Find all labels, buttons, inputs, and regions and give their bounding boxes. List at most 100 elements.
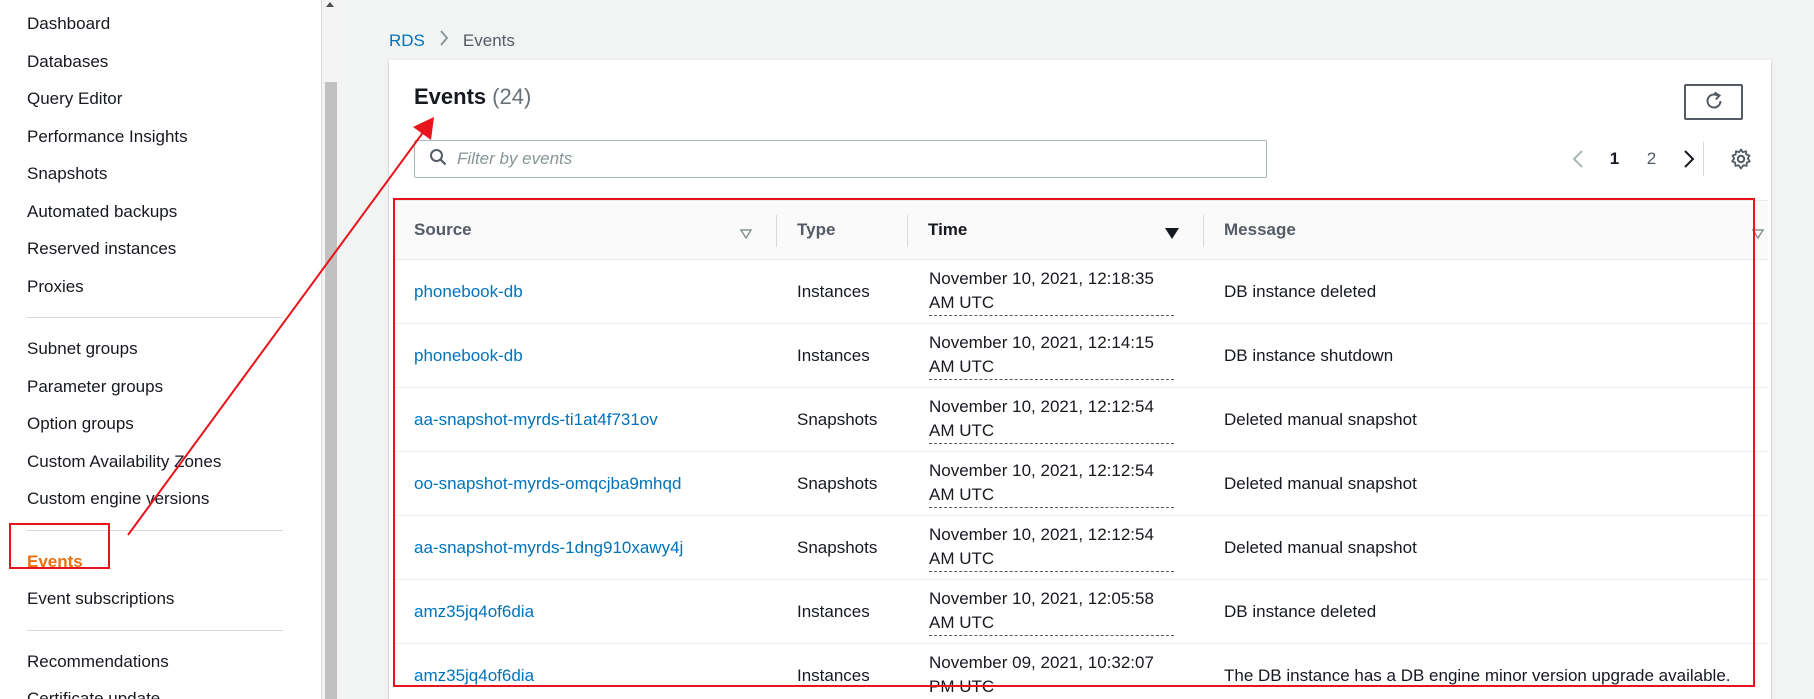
table-row: aa-snapshot-myrds-ti1at4f731ov Snapshots… xyxy=(393,388,1768,452)
sidebar-scrollbar-thumb[interactable] xyxy=(325,82,337,699)
refresh-button[interactable] xyxy=(1684,84,1743,120)
type-cell: Instances xyxy=(797,665,870,685)
events-table: Source Type Time Message phonebook-db In… xyxy=(393,200,1768,699)
sidebar-item-proxies[interactable]: Proxies xyxy=(27,268,321,306)
source-link[interactable]: phonebook-db xyxy=(393,324,776,387)
time-value[interactable]: November 10, 2021, 12:05:58 AM UTC xyxy=(929,587,1174,636)
table-row: phonebook-db Instances November 10, 2021… xyxy=(393,324,1768,388)
time-cell: November 10, 2021, 12:18:35 AM UTC xyxy=(907,260,1203,323)
column-header-source[interactable]: Source xyxy=(393,201,776,259)
next-page-button[interactable] xyxy=(1670,149,1707,169)
sidebar-item-recommendations[interactable]: Recommendations xyxy=(27,643,321,681)
message-cell: Deleted manual snapshot xyxy=(1224,473,1417,493)
type-cell: Instances xyxy=(797,601,870,621)
page-title: Events (24) xyxy=(414,84,531,110)
search-icon xyxy=(429,148,447,171)
source-link[interactable]: aa-snapshot-myrds-1dng910xawy4j xyxy=(393,516,776,579)
source-link[interactable]: oo-snapshot-myrds-omqcjba9mhqd xyxy=(393,452,776,515)
source-link[interactable]: phonebook-db xyxy=(393,260,776,323)
time-value[interactable]: November 10, 2021, 12:14:15 AM UTC xyxy=(929,331,1174,380)
table-row: oo-snapshot-myrds-omqcjba9mhqd Snapshots… xyxy=(393,452,1768,516)
nav-divider xyxy=(27,629,283,631)
time-cell: November 10, 2021, 12:12:54 AM UTC xyxy=(907,452,1203,515)
nav-group-recommendations: Recommendations Certificate update xyxy=(0,643,321,699)
chevron-right-icon xyxy=(1683,150,1694,168)
pager-divider xyxy=(1703,142,1704,176)
pagination: 1 2 xyxy=(1559,140,1707,178)
chevron-right-icon xyxy=(439,30,449,51)
gear-icon xyxy=(1731,148,1751,170)
panel-title-text: Events xyxy=(414,84,487,109)
sidebar-item-databases[interactable]: Databases xyxy=(27,43,321,81)
sidebar-item-event-subscriptions[interactable]: Event subscriptions xyxy=(27,580,321,618)
time-value[interactable]: November 09, 2021, 10:32:07 PM UTC xyxy=(929,651,1174,699)
column-header-label: Type xyxy=(797,220,836,239)
page-1-button[interactable]: 1 xyxy=(1596,149,1633,169)
time-cell: November 10, 2021, 12:05:58 AM UTC xyxy=(907,580,1203,643)
sort-icon[interactable] xyxy=(739,224,753,244)
events-panel: Events(24) 1 2 Source xyxy=(389,60,1771,699)
sidebar-item-reserved-instances[interactable]: Reserved instances xyxy=(27,230,321,268)
message-cell: DB instance shutdown xyxy=(1224,345,1394,365)
sidebar-item-events[interactable]: Events xyxy=(27,543,321,581)
message-cell: Deleted manual snapshot xyxy=(1224,409,1417,429)
type-cell: Snapshots xyxy=(797,537,878,557)
sidebar-item-automated-backups[interactable]: Automated backups xyxy=(27,193,321,231)
sidebar-item-custom-engine-versions[interactable]: Custom engine versions xyxy=(27,480,321,518)
time-value[interactable]: November 10, 2021, 12:18:35 AM UTC xyxy=(929,267,1174,316)
time-value[interactable]: November 10, 2021, 12:12:54 AM UTC xyxy=(929,459,1174,508)
breadcrumb: RDS Events xyxy=(389,30,515,51)
source-link[interactable]: amz35jq4of6dia xyxy=(393,644,776,699)
sidebar-item-custom-availability-zones[interactable]: Custom Availability Zones xyxy=(27,443,321,481)
table-row: aa-snapshot-myrds-1dng910xawy4j Snapshot… xyxy=(393,516,1768,580)
nav-group-main: Dashboard Databases Query Editor Perform… xyxy=(0,0,321,305)
source-link[interactable]: aa-snapshot-myrds-ti1at4f731ov xyxy=(393,388,776,451)
sort-icon[interactable] xyxy=(1751,224,1765,244)
type-cell: Instances xyxy=(797,281,870,301)
scroll-up-icon[interactable] xyxy=(326,2,334,7)
refresh-icon xyxy=(1703,90,1725,115)
time-cell: November 10, 2021, 12:14:15 AM UTC xyxy=(907,324,1203,387)
sort-descending-icon[interactable] xyxy=(1165,224,1179,244)
column-header-time[interactable]: Time xyxy=(907,201,1203,259)
sidebar-item-performance-insights[interactable]: Performance Insights xyxy=(27,118,321,156)
sidebar-item-parameter-groups[interactable]: Parameter groups xyxy=(27,368,321,406)
sidebar-item-query-editor[interactable]: Query Editor xyxy=(27,80,321,118)
filter-input-wrapper xyxy=(414,140,1267,178)
message-cell: DB instance deleted xyxy=(1224,281,1377,301)
column-header-label: Message xyxy=(1224,220,1296,239)
column-header-message[interactable]: Message xyxy=(1203,201,1768,259)
nav-divider xyxy=(27,317,283,318)
table-header: Source Type Time Message xyxy=(393,200,1768,260)
message-cell: Deleted manual snapshot xyxy=(1224,537,1417,557)
type-cell: Instances xyxy=(797,345,870,365)
table-row: amz35jq4of6dia Instances November 09, 20… xyxy=(393,644,1768,699)
sidebar-item-subnet-groups[interactable]: Subnet groups xyxy=(27,330,321,368)
type-cell: Snapshots xyxy=(797,409,878,429)
events-count: (24) xyxy=(492,84,532,109)
chevron-left-icon xyxy=(1572,150,1583,168)
sidebar-item-dashboard[interactable]: Dashboard xyxy=(27,5,321,43)
filter-events-input[interactable] xyxy=(457,149,1257,169)
time-value[interactable]: November 10, 2021, 12:12:54 AM UTC xyxy=(929,523,1174,572)
sidebar-item-certificate-update[interactable]: Certificate update xyxy=(27,680,321,699)
sidebar-item-option-groups[interactable]: Option groups xyxy=(27,405,321,443)
sidebar-item-snapshots[interactable]: Snapshots xyxy=(27,155,321,193)
prev-page-button[interactable] xyxy=(1559,149,1596,169)
time-cell: November 10, 2021, 12:12:54 AM UTC xyxy=(907,388,1203,451)
breadcrumb-rds-link[interactable]: RDS xyxy=(389,31,425,51)
time-cell: November 09, 2021, 10:32:07 PM UTC xyxy=(907,644,1203,699)
time-value[interactable]: November 10, 2021, 12:12:54 AM UTC xyxy=(929,395,1174,444)
table-row: amz35jq4of6dia Instances November 10, 20… xyxy=(393,580,1768,644)
column-header-type: Type xyxy=(776,201,907,259)
page-2-button[interactable]: 2 xyxy=(1633,149,1670,169)
type-cell: Snapshots xyxy=(797,473,878,493)
time-cell: November 10, 2021, 12:12:54 AM UTC xyxy=(907,516,1203,579)
sidebar: Dashboard Databases Query Editor Perform… xyxy=(0,0,322,699)
source-link[interactable]: amz35jq4of6dia xyxy=(393,580,776,643)
nav-group-events: Events Event subscriptions xyxy=(0,543,321,618)
message-cell: DB instance deleted xyxy=(1224,601,1377,621)
table-settings-button[interactable] xyxy=(1727,145,1755,173)
nav-divider xyxy=(27,529,283,531)
nav-group-config: Subnet groups Parameter groups Option gr… xyxy=(0,330,321,518)
